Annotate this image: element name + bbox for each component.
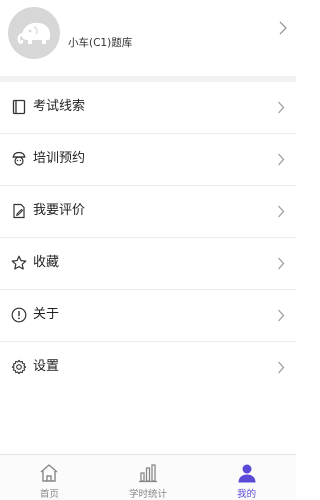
bar-chart-icon xyxy=(139,464,157,483)
menu-item-review[interactable]: 我要评价 xyxy=(0,186,296,238)
menu-item-label: 关于 xyxy=(33,307,60,322)
review-icon xyxy=(13,203,25,219)
profile-header[interactable]: 小车(C1)题库 xyxy=(0,0,296,76)
menu-item-favorites[interactable]: 收藏 xyxy=(0,238,296,290)
info-icon xyxy=(11,307,27,323)
avatar[interactable] xyxy=(8,7,60,59)
menu-item-exam-clues[interactable]: 考试线索 xyxy=(0,82,296,134)
tab-label: 我的 xyxy=(237,489,257,500)
star-icon xyxy=(11,255,27,270)
chevron-right-icon xyxy=(278,309,285,322)
menu-item-label: 收藏 xyxy=(33,255,60,270)
tab-label: 首页 xyxy=(39,489,59,500)
tab-home[interactable]: 首页 xyxy=(0,455,99,500)
menu-item-settings[interactable]: 设置 xyxy=(0,342,296,394)
menu-item-label: 考试线索 xyxy=(33,99,86,114)
tab-label: 学时统计 xyxy=(129,489,168,500)
tab-study-hours[interactable]: 学时统计 xyxy=(99,455,198,500)
menu-item-training-booking[interactable]: 培训预约 xyxy=(0,134,296,186)
settings-menu: 考试线索 培训预约 我要评价 收藏 关于 设置 xyxy=(0,82,296,394)
chevron-right-icon xyxy=(278,257,285,270)
bottom-tab-bar: 首页 学时统计 我的 xyxy=(0,454,296,500)
profile-name: 小车(C1)题库 xyxy=(68,37,133,49)
book-icon xyxy=(12,99,26,115)
chevron-right-icon xyxy=(278,101,285,114)
menu-item-label: 我要评价 xyxy=(33,203,86,218)
chevron-right-icon xyxy=(278,361,285,374)
person-icon xyxy=(238,464,256,483)
elephant-icon xyxy=(17,22,50,44)
instructor-icon xyxy=(12,151,26,166)
gear-icon xyxy=(11,359,27,375)
menu-item-about[interactable]: 关于 xyxy=(0,290,296,342)
chevron-right-icon xyxy=(278,153,285,166)
menu-item-label: 培训预约 xyxy=(33,151,86,166)
menu-item-label: 设置 xyxy=(33,359,60,374)
tab-mine[interactable]: 我的 xyxy=(197,455,296,500)
chevron-right-icon xyxy=(278,205,285,218)
chevron-right-icon[interactable] xyxy=(278,21,288,35)
home-icon xyxy=(40,464,58,482)
